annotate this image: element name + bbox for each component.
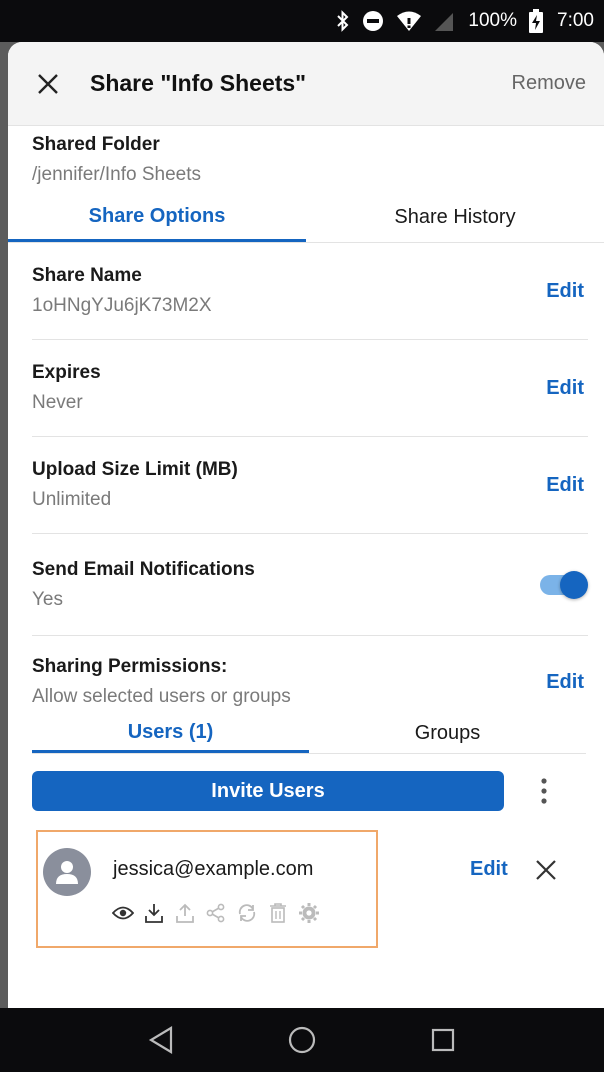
edit-permissions-button[interactable]: Edit bbox=[546, 671, 584, 694]
upload-limit-row: Upload Size Limit (MB) Unlimited Edit bbox=[32, 437, 588, 534]
expires-row: Expires Never Edit bbox=[32, 340, 588, 437]
email-notifications-toggle[interactable] bbox=[540, 570, 588, 599]
home-icon[interactable] bbox=[282, 1020, 322, 1060]
sharing-permissions-row: Sharing Permissions: Allow selected user… bbox=[32, 636, 588, 708]
user-list-item: jessica@example.com Edit bbox=[36, 830, 604, 948]
email-notifications-row: Send Email Notifications Yes bbox=[32, 534, 588, 636]
more-options-icon[interactable] bbox=[532, 771, 556, 811]
remove-button[interactable]: Remove bbox=[512, 72, 586, 95]
invite-users-button[interactable]: Invite Users bbox=[32, 771, 504, 811]
close-icon[interactable] bbox=[34, 70, 62, 98]
upload-icon[interactable] bbox=[174, 902, 196, 924]
tab-share-history[interactable]: Share History bbox=[306, 193, 604, 242]
edit-upload-limit-button[interactable]: Edit bbox=[546, 474, 584, 497]
edit-user-button[interactable]: Edit bbox=[470, 858, 508, 881]
share-tabs: Share Options Share History bbox=[8, 193, 604, 243]
battery-percentage: 100% bbox=[468, 10, 518, 31]
manage-icon[interactable] bbox=[298, 902, 320, 924]
email-notifications-label: Send Email Notifications bbox=[32, 558, 255, 580]
sharing-permissions-label: Sharing Permissions: bbox=[32, 656, 228, 677]
expires-label: Expires bbox=[32, 362, 101, 383]
battery-charging-icon bbox=[529, 9, 544, 33]
do-not-disturb-icon bbox=[362, 10, 384, 32]
share-name-value: 1oHNgYJu6jK73M2X bbox=[32, 295, 212, 316]
email-notifications-value: Yes bbox=[32, 588, 63, 610]
clock: 7:00 bbox=[557, 10, 594, 31]
upload-limit-value: Unlimited bbox=[32, 489, 112, 510]
share-sheet: Share "Info Sheets" Remove Shared Folder… bbox=[8, 42, 604, 1008]
back-icon[interactable] bbox=[141, 1020, 181, 1060]
share-name-row: Share Name 1oHNgYJu6jK73M2X Edit bbox=[32, 243, 588, 340]
sharing-permissions-value: Allow selected users or groups bbox=[32, 686, 291, 707]
remove-user-icon[interactable] bbox=[534, 858, 558, 882]
toggle-knob bbox=[560, 570, 588, 599]
avatar bbox=[43, 848, 91, 896]
app-header: Share "Info Sheets" Remove bbox=[8, 42, 604, 126]
user-email: jessica@example.com bbox=[113, 858, 314, 880]
invite-row: Invite Users bbox=[32, 771, 586, 811]
share-name-label: Share Name bbox=[32, 265, 142, 286]
sync-icon[interactable] bbox=[236, 902, 258, 924]
permission-icons bbox=[112, 902, 320, 924]
system-nav-bar bbox=[0, 1008, 604, 1072]
bluetooth-icon bbox=[336, 10, 350, 32]
shared-folder-label: Shared Folder bbox=[32, 134, 160, 155]
permission-subtabs: Users (1) Groups bbox=[32, 714, 586, 754]
shared-folder-info: Shared Folder /jennifer/Info Sheets bbox=[8, 126, 604, 193]
share-icon[interactable] bbox=[205, 902, 227, 924]
delete-icon[interactable] bbox=[267, 902, 289, 924]
page-title: Share "Info Sheets" bbox=[90, 70, 307, 96]
expires-value: Never bbox=[32, 392, 83, 413]
shared-folder-path: /jennifer/Info Sheets bbox=[32, 164, 201, 185]
edit-expires-button[interactable]: Edit bbox=[546, 377, 584, 400]
tab-users[interactable]: Users (1) bbox=[32, 714, 309, 753]
status-bar: 100% 7:00 bbox=[0, 0, 604, 42]
download-icon[interactable] bbox=[143, 902, 165, 924]
view-icon[interactable] bbox=[112, 902, 134, 924]
tab-share-options[interactable]: Share Options bbox=[8, 193, 306, 242]
tab-groups[interactable]: Groups bbox=[309, 714, 586, 753]
edit-share-name-button[interactable]: Edit bbox=[546, 280, 584, 303]
selection-highlight bbox=[36, 830, 378, 948]
wifi-icon bbox=[396, 10, 422, 32]
upload-limit-label: Upload Size Limit (MB) bbox=[32, 459, 238, 480]
signal-icon bbox=[434, 10, 454, 32]
recents-icon[interactable] bbox=[423, 1020, 463, 1060]
